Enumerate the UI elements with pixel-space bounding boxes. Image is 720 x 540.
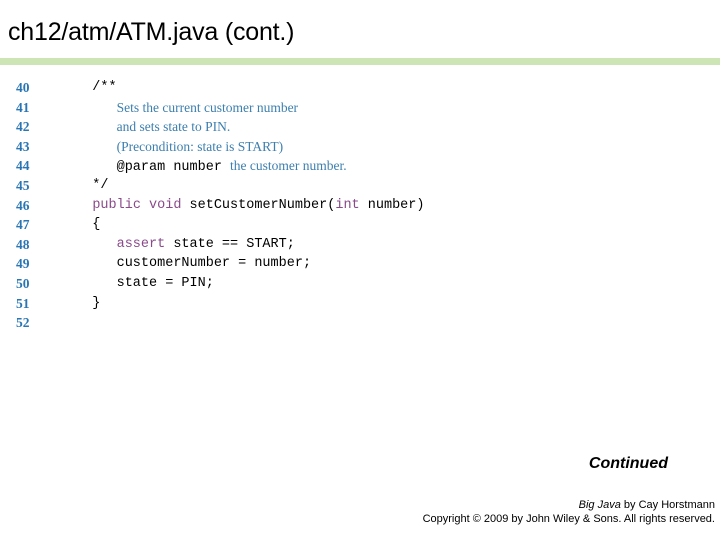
line-source: (Precondition: state is START) [68,137,283,159]
line-source: { [68,215,100,235]
code-line: 52 [0,313,720,333]
line-number: 42 [16,119,30,135]
line-number: 52 [16,315,30,331]
line-source: state = PIN; [68,274,214,294]
code-token-plain: state = PIN; [68,275,214,291]
line-source: */ [68,176,109,196]
footer-copyright: Copyright © 2009 by John Wiley & Sons. A… [422,513,715,525]
code-token-comment: */ [68,177,109,193]
code-line: 40 /** [0,78,720,98]
code-line: 44 @param number the customer number. [0,156,720,176]
line-number: 40 [16,80,30,95]
code-token-plain: } [68,295,101,311]
code-listing: 40 /** 41 Sets the current customer numbe… [0,78,720,333]
footer-book-title: Big Java [578,499,621,511]
line-number: 44 [16,158,30,174]
line-number: 48 [16,236,30,252]
code-line: 43 (Precondition: state is START) [0,137,720,157]
line-source: @param number the customer number. [68,156,347,178]
line-number: 49 [16,256,30,272]
code-line: 50 state = PIN; [0,274,720,294]
code-token-comment: /** [68,80,117,95]
line-number: 41 [16,99,30,115]
line-source: public void setCustomerNumber(int number… [68,196,424,216]
line-source: assert state == START; [68,235,295,255]
line-number: 50 [16,275,30,291]
code-token-doc: the customer number. [230,158,347,174]
code-token-keyword: assert [116,236,166,252]
code-line: 41 Sets the current customer number [0,98,720,118]
code-line: 45 */ [0,176,720,196]
code-token-plain: setCustomerNumber( [189,197,336,213]
footer: Big Java by Cay Horstmann Copyright © 20… [0,498,715,526]
code-line: 42 and sets state to PIN. [0,117,720,137]
code-line: 51 } [0,294,720,314]
code-token-doc: Sets the current customer number [116,99,299,115]
title-divider [0,58,720,65]
footer-attribution: Big Java by Cay Horstmann [0,498,715,512]
code-token-docmono: @param number [116,160,231,176]
continued-label: Continued [588,455,668,472]
line-number: 43 [16,138,30,154]
code-line: 47 { [0,215,720,235]
line-number: 45 [16,177,30,193]
code-token-plain: { [68,217,101,233]
code-token-keyword: public void [92,197,190,213]
line-number: 51 [16,295,30,311]
page-title: ch12/atm/ATM.java (cont.) [8,18,295,46]
code-token-plain: number) [359,197,425,213]
line-source: and sets state to PIN. [68,117,231,139]
code-line: 48 assert state == START; [0,235,720,255]
line-source: /** [68,78,117,98]
line-source: Sets the current customer number [68,98,298,120]
code-line: 46 public void setCustomerNumber(int num… [0,196,720,216]
code-token-keyword: int [335,197,360,213]
code-token-doc: (Precondition: state is START) [116,138,284,154]
code-token-plain: state == START; [165,236,295,252]
line-number: 47 [16,217,30,233]
line-number: 46 [16,197,30,213]
code-line: 49 customerNumber = number; [0,254,720,274]
footer-byline: by Cay Horstmann [620,499,715,511]
line-source: customerNumber = number; [68,254,311,274]
code-token-plain: customerNumber = number; [68,256,312,272]
code-token-doc: and sets state to PIN. [116,119,231,135]
line-source: } [68,294,100,314]
